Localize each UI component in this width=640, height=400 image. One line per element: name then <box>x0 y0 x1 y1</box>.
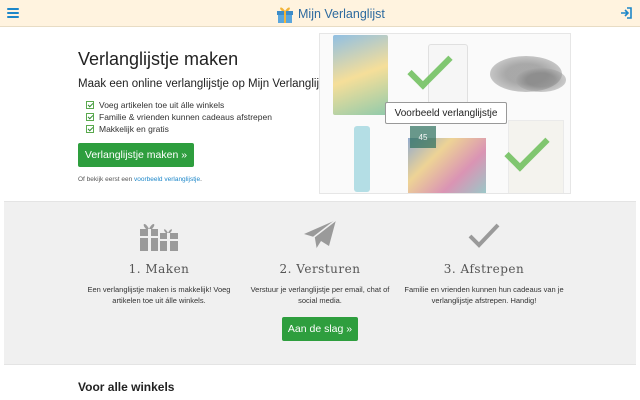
step-description: Een verlanglijstje maken is makkelijk! V… <box>87 285 231 305</box>
checkbox-icon <box>86 113 94 121</box>
hamburger-icon[interactable] <box>7 8 19 18</box>
get-started-button[interactable]: Aan de slag » <box>282 317 358 341</box>
step-description: Verstuur je verlanglijstje per email, ch… <box>250 285 390 305</box>
section-heading: Voor alle winkels <box>78 380 175 394</box>
feature-list: Voeg artikelen toe uit álle winkels Fami… <box>86 99 272 135</box>
checkmark-icon <box>404 216 564 254</box>
step-description: Familie en vrienden kunnen hun cadeaus v… <box>404 285 564 305</box>
feature-item: Makkelijk en gratis <box>86 123 272 135</box>
step-title: 1. Maken <box>128 262 190 276</box>
example-wishlist-label[interactable]: Voorbeeld verlanglijstje <box>385 102 507 124</box>
feature-item: Familie & vrienden kunnen cadeaus afstre… <box>86 111 272 123</box>
water-bottle-image <box>354 126 370 192</box>
top-navigation-bar: Mijn Verlanglijst <box>0 0 640 27</box>
tea-tag: 45 <box>410 126 436 148</box>
step-strike: 3. Afstrepen Familie en vrienden kunnen … <box>404 216 564 306</box>
feature-item: Voeg artikelen toe uit álle winkels <box>86 99 272 111</box>
checkbox-icon <box>86 101 94 109</box>
checkbox-icon <box>86 125 94 133</box>
example-wishlist-link[interactable]: voorbeeld verlanglijstje <box>134 176 200 183</box>
gift-icon <box>277 7 293 23</box>
gifts-icon <box>79 216 239 254</box>
login-icon[interactable] <box>619 6 633 20</box>
step-send: 2. Versturen Verstuur je verlanglijstje … <box>240 216 400 306</box>
step-create: 1. Maken Een verlanglijstje maken is mak… <box>79 216 239 306</box>
site-logo[interactable]: Mijn Verlanglijst <box>276 3 385 24</box>
how-it-works-section: 1. Maken Een verlanglijstje maken is mak… <box>4 201 636 365</box>
example-link-line: Of bekijk eerst een voorbeeld verlanglij… <box>78 176 202 183</box>
page-title: Verlanglijstje maken <box>78 49 239 69</box>
create-wishlist-button[interactable]: Verlanglijstje maken » <box>78 143 194 167</box>
logo-text: Mijn Verlanglijst <box>298 6 385 21</box>
step-title: 2. Versturen <box>279 262 361 276</box>
board-game-image <box>333 35 388 115</box>
frying-pan-small-image <box>516 68 566 92</box>
paper-plane-icon <box>240 216 400 254</box>
hero-subtitle: Maak een online verlanglijstje op Mijn V… <box>78 78 332 90</box>
step-title: 3. Afstrepen <box>443 262 525 276</box>
